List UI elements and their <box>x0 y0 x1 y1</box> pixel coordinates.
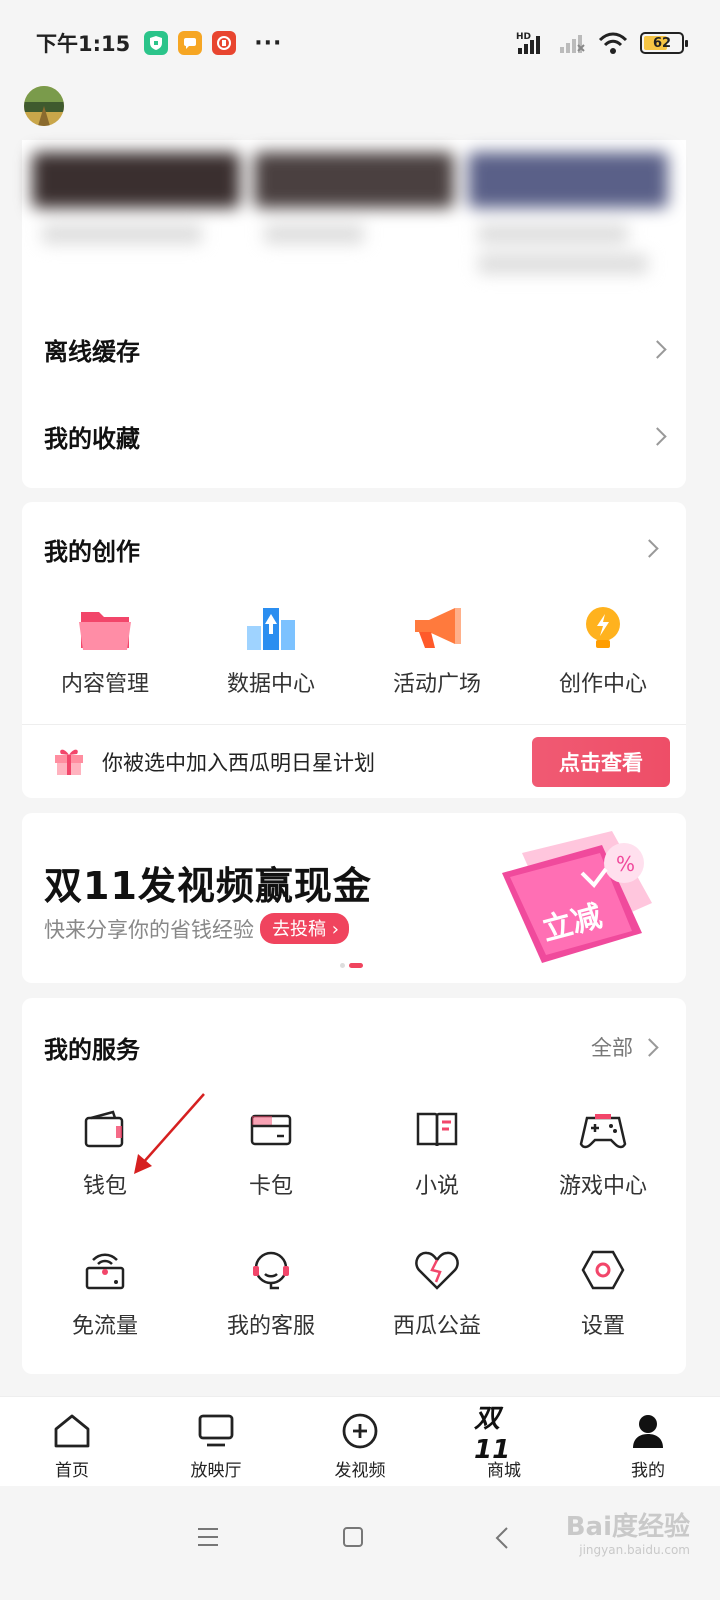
chevron-right-icon <box>640 1037 659 1057</box>
menu-nav-icon[interactable] <box>196 1526 220 1548</box>
creation-title: 我的创作 <box>44 538 140 566</box>
person-icon <box>628 1411 668 1451</box>
tv-icon <box>196 1411 236 1451</box>
charity-item[interactable]: 西瓜公益 <box>354 1244 520 1340</box>
customer-service-label: 我的客服 <box>226 1314 315 1339</box>
bulb-icon <box>573 602 633 654</box>
tab-mine[interactable]: 我的 <box>576 1397 720 1486</box>
charity-label: 西瓜公益 <box>392 1314 481 1339</box>
submit-button[interactable]: 去投稿 › <box>260 913 349 944</box>
settings-item[interactable]: 设置 <box>520 1244 686 1340</box>
data-center-label: 数据中心 <box>226 672 315 697</box>
free-data-label: 免流量 <box>71 1314 138 1339</box>
plus-circle-icon <box>340 1411 380 1451</box>
content-management-item[interactable]: 内容管理 <box>22 602 188 698</box>
wallet-icon <box>75 1104 135 1156</box>
game-center-item[interactable]: 游戏中心 <box>520 1104 686 1200</box>
banner-dot-active <box>349 963 363 968</box>
star-plan-row: 你被选中加入西瓜明日星计划 点击查看 <box>22 724 686 798</box>
tab-post-video[interactable]: 发视频 <box>288 1397 432 1486</box>
message-app-icon <box>178 31 203 55</box>
creator-center-label: 创作中心 <box>558 672 647 697</box>
creation-card: 我的创作 内容管理 数据中心 活动广场 创作中心 你被选中加入西瓜明日星计划 点… <box>22 502 686 798</box>
home-icon <box>52 1411 92 1451</box>
card-wallet-item[interactable]: 卡包 <box>188 1104 354 1200</box>
activity-square-label: 活动广场 <box>392 672 481 697</box>
card-wallet-label: 卡包 <box>248 1174 293 1199</box>
taobao-app-icon <box>212 31 237 55</box>
offline-cache-label: 离线缓存 <box>44 337 140 366</box>
double11-icon: 双11 <box>474 1403 511 1465</box>
battery-icon: 62 <box>640 32 688 54</box>
banner-subtitle: 快来分享你的省钱经验 <box>44 917 254 942</box>
free-data-item[interactable]: 免流量 <box>22 1244 188 1340</box>
novel-item[interactable]: 小说 <box>354 1104 520 1200</box>
content-management-label: 内容管理 <box>60 672 149 697</box>
settings-label: 设置 <box>580 1314 625 1339</box>
book-icon <box>407 1104 467 1156</box>
history-card: 离线缓存 我的收藏 <box>22 140 686 488</box>
offline-cache-row[interactable]: 离线缓存 <box>22 306 686 392</box>
wallet-label: 钱包 <box>82 1174 127 1199</box>
chart-icon <box>241 602 301 654</box>
chevron-right-icon[interactable] <box>640 539 659 558</box>
data-center-item[interactable]: 数据中心 <box>188 602 354 698</box>
svg-text:HD: HD <box>516 32 531 42</box>
card-icon <box>241 1104 301 1156</box>
tab-mall-label: 商城 <box>487 1461 521 1481</box>
history-thumbnails[interactable] <box>32 144 686 284</box>
signal-hd-icon: HD <box>516 32 540 54</box>
discount-tag-image: % 立减 <box>482 823 662 973</box>
gift-icon <box>52 743 86 781</box>
favorites-label: 我的收藏 <box>44 424 140 453</box>
megaphone-icon <box>407 602 467 654</box>
gamepad-icon <box>573 1104 633 1156</box>
system-nav-bar: Bai度经验 jingyan.baidu.com <box>0 1486 720 1600</box>
tab-home[interactable]: 首页 <box>0 1397 144 1486</box>
chevron-right-icon <box>648 426 667 446</box>
tab-theater[interactable]: 放映厅 <box>144 1397 288 1486</box>
promo-banner[interactable]: 双11发视频赢现金 快来分享你的省钱经验 去投稿 › % 立减 <box>22 813 686 983</box>
wifi-box-icon <box>75 1244 135 1296</box>
signal-empty-icon <box>560 35 585 53</box>
favorites-row[interactable]: 我的收藏 <box>22 393 686 479</box>
bottom-tab-bar: 首页 放映厅 发视频 双11 商城 我的 <box>0 1396 720 1486</box>
status-bar: 下午1:15 ··· HD 62 <box>0 0 720 86</box>
view-star-plan-button[interactable]: 点击查看 <box>532 736 670 787</box>
heart-icon <box>407 1244 467 1296</box>
services-title: 我的服务 <box>44 1036 140 1064</box>
headset-icon <box>241 1244 301 1296</box>
services-card: 我的服务 全部 钱包 卡包 小说 游戏中心 免流量 我的客服 西瓜公益 设置 <box>22 998 686 1374</box>
star-plan-text: 你被选中加入西瓜明日星计划 <box>102 750 375 775</box>
activity-square-item[interactable]: 活动广场 <box>354 602 520 698</box>
home-nav-icon[interactable] <box>342 1526 364 1548</box>
baidu-watermark: Bai度经验 jingyan.baidu.com <box>565 1512 690 1557</box>
creator-center-item[interactable]: 创作中心 <box>520 602 686 698</box>
novel-label: 小说 <box>414 1174 459 1199</box>
banner-pagination <box>340 963 363 968</box>
banner-dot <box>340 963 345 968</box>
banner-title: 双11发视频赢现金 <box>44 864 372 908</box>
chevron-right-icon <box>648 339 667 359</box>
tab-post-video-label: 发视频 <box>334 1461 386 1481</box>
wifi-icon <box>598 32 628 54</box>
battery-level: 62 <box>652 35 672 51</box>
services-all-link[interactable]: 全部 <box>591 1032 659 1062</box>
customer-service-item[interactable]: 我的客服 <box>188 1244 354 1340</box>
tab-mine-label: 我的 <box>631 1461 665 1481</box>
back-nav-icon[interactable] <box>494 1526 510 1550</box>
wallet-item[interactable]: 钱包 <box>22 1104 188 1200</box>
hexagon-settings-icon <box>573 1244 633 1296</box>
game-center-label: 游戏中心 <box>558 1174 647 1199</box>
tab-theater-label: 放映厅 <box>190 1461 242 1481</box>
tab-mall[interactable]: 双11 商城 <box>432 1397 576 1486</box>
avatar[interactable] <box>24 86 64 126</box>
status-time: 下午1:15 <box>36 32 131 56</box>
folder-icon <box>75 602 135 654</box>
shield-app-icon <box>144 31 169 55</box>
tab-home-label: 首页 <box>55 1461 89 1481</box>
svg-text:%: % <box>616 852 635 876</box>
more-notifications: ··· <box>254 30 283 56</box>
